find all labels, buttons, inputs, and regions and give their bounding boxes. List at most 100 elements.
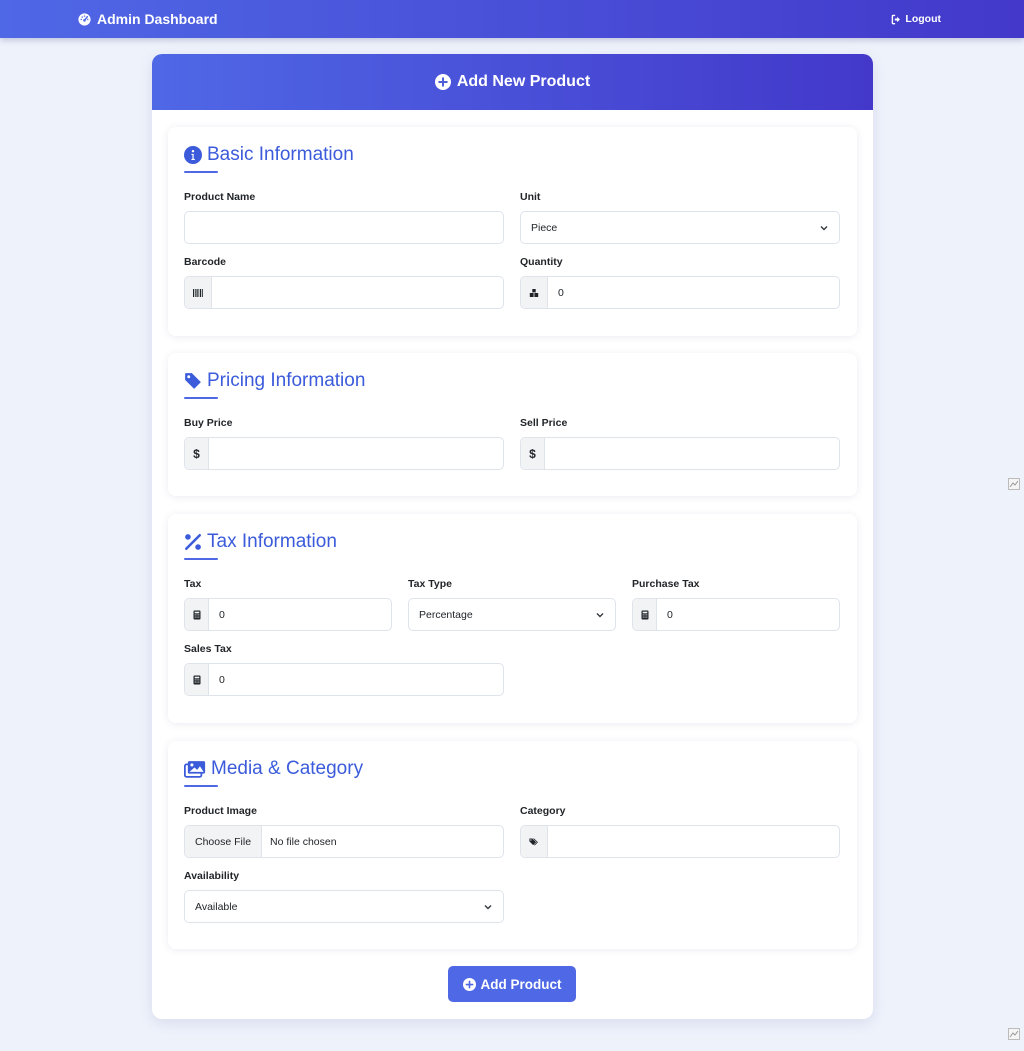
buy-price-label: Buy Price — [184, 417, 233, 429]
tax-label: Tax — [184, 578, 202, 590]
pricing-information-section: Pricing Information Buy Price $ Sell Pri… — [168, 353, 857, 496]
unit-field: Unit Piece — [520, 191, 840, 244]
brand-label: Admin Dashboard — [97, 11, 218, 27]
info-circle-icon — [184, 146, 202, 164]
sales-tax-value: 0 — [219, 673, 225, 686]
choose-file-button[interactable]: Choose File — [185, 826, 263, 857]
section-underline — [184, 171, 218, 173]
barcode-field: Barcode — [184, 256, 504, 309]
tax-type-label: Tax Type — [408, 578, 452, 590]
add-product-card: Add New Product Basic Information Produc… — [152, 54, 873, 1019]
section-title: Basic Information — [184, 144, 354, 166]
category-label: Category — [520, 805, 566, 817]
tax-addon — [185, 599, 209, 630]
basic-information-section: Basic Information Product Name Unit Piec… — [168, 127, 857, 336]
purchase-tax-label: Purchase Tax — [632, 578, 700, 590]
unit-label: Unit — [520, 191, 541, 203]
calculator-icon — [193, 610, 200, 619]
section-title: Tax Information — [184, 531, 337, 553]
unit-select-value: Piece — [531, 221, 558, 234]
quantity-addon — [521, 277, 548, 308]
buy-price-input[interactable]: $ — [184, 437, 504, 470]
logout-link[interactable]: Logout — [891, 13, 941, 25]
unit-select[interactable]: Piece — [520, 211, 840, 244]
sell-price-label: Sell Price — [520, 417, 568, 429]
tax-type-field: Tax Type Percentage — [408, 578, 616, 631]
section-underline — [184, 785, 218, 787]
quantity-label: Quantity — [520, 256, 563, 268]
card-header: Add New Product — [152, 54, 873, 110]
tax-type-value: Percentage — [419, 608, 473, 621]
media-category-section: Media & Category Product Image Choose Fi… — [168, 741, 857, 949]
category-input[interactable] — [520, 825, 840, 858]
broken-image-icon — [1008, 1028, 1020, 1040]
buy-price-field: Buy Price $ — [184, 417, 504, 470]
add-product-label: Add Product — [480, 976, 562, 992]
sales-tax-input[interactable]: 0 — [184, 663, 504, 696]
sales-tax-field: Sales Tax 0 — [184, 643, 504, 696]
availability-value: Available — [195, 900, 238, 913]
sign-out-icon — [892, 14, 901, 24]
purchase-tax-input[interactable]: 0 — [632, 598, 840, 631]
availability-label: Availability — [184, 870, 240, 882]
sell-price-input[interactable]: $ — [520, 437, 840, 470]
dollar-addon: $ — [521, 438, 545, 469]
tag-icon — [185, 373, 201, 389]
section-title-text: Media & Category — [211, 758, 364, 779]
category-addon — [521, 826, 548, 857]
tags-icon — [529, 837, 538, 845]
product-name-input[interactable] — [184, 211, 504, 244]
section-title: Pricing Information — [184, 370, 365, 392]
sales-tax-label: Sales Tax — [184, 643, 232, 655]
purchase-tax-addon — [633, 599, 657, 630]
section-underline — [184, 558, 218, 560]
tax-value: 0 — [219, 608, 225, 621]
cubes-icon — [529, 288, 539, 297]
add-product-button[interactable]: Add Product — [448, 966, 576, 1002]
quantity-field: Quantity 0 — [520, 256, 840, 309]
barcode-addon — [185, 277, 212, 308]
product-image-label: Product Image — [184, 805, 257, 817]
category-field: Category — [520, 805, 840, 858]
chevron-down-icon — [596, 612, 604, 617]
calculator-icon — [641, 610, 648, 619]
gauge-icon — [78, 12, 91, 26]
broken-image-icon — [1008, 478, 1020, 490]
section-underline — [184, 397, 218, 399]
percent-icon — [185, 534, 201, 550]
section-title-text: Pricing Information — [207, 370, 366, 391]
calculator-icon — [193, 675, 200, 684]
quantity-input[interactable]: 0 — [520, 276, 840, 309]
product-image-input[interactable]: Choose File No file chosen — [184, 825, 504, 858]
tax-information-section: Tax Information Tax 0 Tax Type Percentag… — [168, 514, 857, 723]
chevron-down-icon — [820, 225, 828, 230]
plus-circle-icon — [462, 977, 476, 991]
brand-link[interactable]: Admin Dashboard — [78, 11, 218, 27]
product-image-field: Product Image Choose File No file chosen — [184, 805, 504, 858]
product-name-field: Product Name — [184, 191, 504, 244]
quantity-value: 0 — [558, 286, 564, 299]
tax-type-select[interactable]: Percentage — [408, 598, 616, 631]
logout-label: Logout — [905, 13, 941, 25]
barcode-icon — [193, 288, 203, 297]
tax-field: Tax 0 — [184, 578, 392, 631]
card-title: Add New Product — [456, 73, 591, 90]
chevron-down-icon — [484, 904, 492, 909]
sales-tax-addon — [185, 664, 209, 695]
section-title-text: Tax Information — [207, 531, 337, 552]
section-title: Media & Category — [184, 758, 363, 780]
section-title-text: Basic Information — [207, 144, 354, 165]
product-name-label: Product Name — [184, 191, 256, 203]
barcode-input[interactable] — [184, 276, 504, 309]
dollar-addon: $ — [185, 438, 209, 469]
availability-select[interactable]: Available — [184, 890, 504, 923]
tax-input[interactable]: 0 — [184, 598, 392, 631]
no-file-text: No file chosen — [270, 835, 337, 848]
barcode-label: Barcode — [184, 256, 227, 268]
purchase-tax-value: 0 — [667, 608, 673, 621]
plus-circle-icon — [434, 74, 451, 90]
images-icon — [184, 761, 206, 778]
purchase-tax-field: Purchase Tax 0 — [632, 578, 840, 631]
availability-field: Availability Available — [184, 870, 504, 923]
navbar: Admin Dashboard Logout — [0, 0, 1024, 38]
